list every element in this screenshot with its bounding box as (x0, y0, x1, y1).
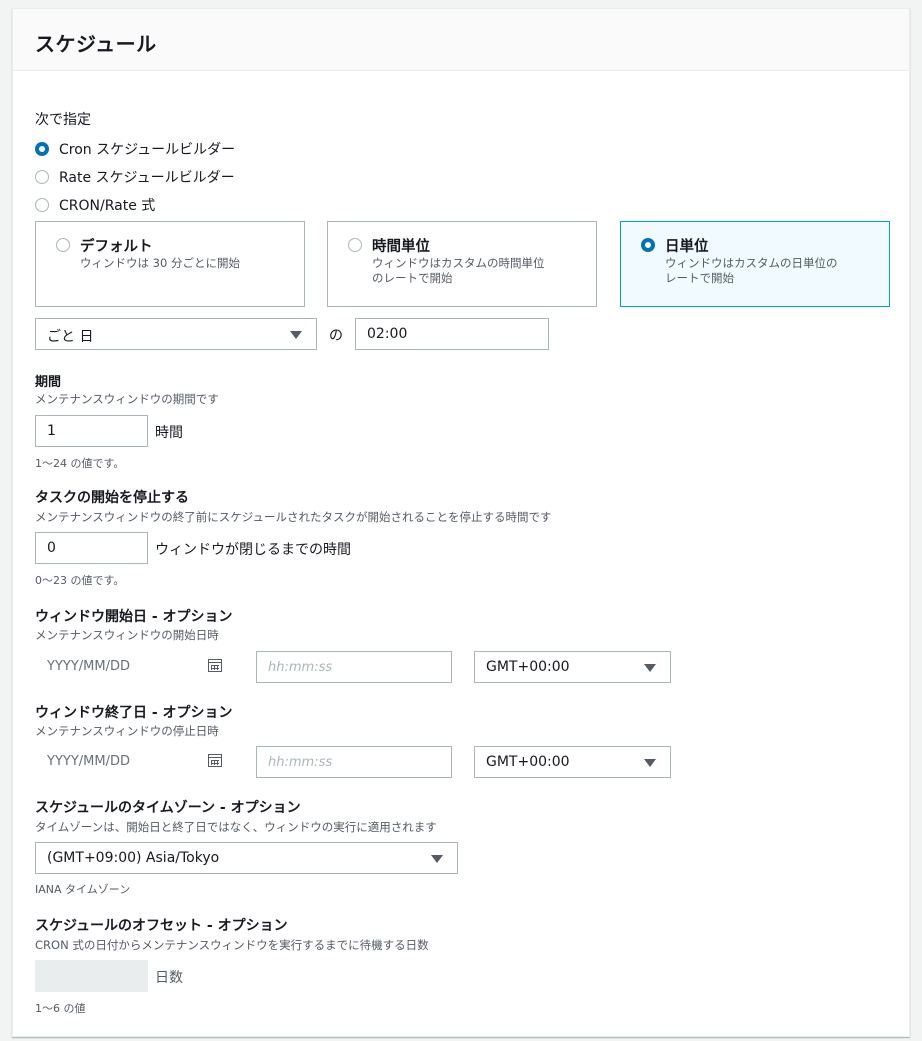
radio-indicator[interactable] (35, 142, 49, 156)
frequency-connector: の (329, 328, 343, 344)
offset-unit: 日数 (155, 970, 183, 986)
start-timezone-select[interactable]: GMT+00:00 (474, 651, 671, 683)
end-timezone-select[interactable]: GMT+00:00 (474, 746, 671, 778)
tile-hourly[interactable]: 時間単位 ウィンドウはカスタムの時間単位 のレートで開始 (327, 221, 597, 307)
frequency-select[interactable]: ごと 日 (35, 318, 317, 350)
frequency-value: ごと 日 (47, 329, 94, 345)
caret-down-icon (644, 759, 656, 767)
tile-title: 時間単位 (372, 239, 430, 255)
radio-cron-rate-expression[interactable]: CRON/Rate 式 (35, 195, 155, 215)
radio-indicator[interactable] (641, 238, 655, 252)
tile-desc-line: ウィンドウはカスタムの日単位の (665, 256, 838, 270)
offset-input[interactable] (35, 960, 148, 992)
timezone-desc: タイムゾーンは、開始日と終了日ではなく、ウィンドウの実行に適用されます (35, 820, 437, 834)
start-time-input[interactable]: hh:mm:ss (256, 651, 452, 683)
offset-hint: 1～6 の値 (35, 1002, 86, 1015)
duration-unit: 時間 (155, 425, 183, 441)
radio-indicator[interactable] (35, 170, 49, 184)
schedule-panel: スケジュール 次で指定 Cron スケジュールビルダー Rate スケジュールビ… (12, 8, 910, 1037)
cutoff-input[interactable]: 0 (35, 532, 148, 564)
end-date-desc: メンテナンスウィンドウの停止日時 (35, 724, 219, 738)
cutoff-unit: ウィンドウが閉じるまでの時間 (155, 542, 351, 558)
tile-title: デフォルト (80, 239, 153, 255)
radio-indicator[interactable] (35, 198, 49, 212)
end-time-input[interactable]: hh:mm:ss (256, 746, 452, 778)
timezone-hint: IANA タイムゾーン (35, 883, 131, 896)
caret-down-icon (431, 855, 443, 863)
duration-label: 期間 (35, 375, 62, 390)
panel-title: スケジュール (35, 32, 157, 56)
start-date-input[interactable]: YYYY/MM/DD (47, 659, 130, 674)
panel-header: スケジュール (13, 9, 909, 71)
duration-input[interactable]: 1 (35, 415, 148, 447)
end-date-input[interactable]: YYYY/MM/DD (47, 754, 130, 769)
specify-label: 次で指定 (35, 112, 91, 128)
radio-rate-builder[interactable]: Rate スケジュールビルダー (35, 167, 235, 187)
radio-label: Cron スケジュールビルダー (59, 142, 236, 158)
cutoff-desc: メンテナンスウィンドウの終了前にスケジュールされたタスクが開始されることを停止す… (35, 510, 552, 524)
tile-default[interactable]: デフォルト ウィンドウは 30 分ごとに開始 (35, 221, 305, 307)
caret-down-icon (644, 664, 656, 672)
tile-desc: ウィンドウは 30 分ごとに開始 (80, 256, 240, 270)
duration-desc: メンテナンスウィンドウの期間です (35, 392, 219, 406)
start-timezone-value: GMT+00:00 (486, 659, 570, 675)
tile-desc-line: レートで開始 (665, 271, 734, 285)
end-date-label: ウィンドウ終了日 - オプション (35, 705, 233, 721)
radio-indicator[interactable] (348, 238, 362, 252)
tile-desc-line: のレートで開始 (372, 271, 453, 285)
offset-label: スケジュールのオフセット - オプション (35, 918, 288, 934)
tile-desc-line: ウィンドウはカスタムの時間単位 (372, 256, 545, 270)
radio-indicator[interactable] (56, 238, 70, 252)
radio-label: CRON/Rate 式 (59, 198, 156, 214)
radio-cron-builder[interactable]: Cron スケジュールビルダー (35, 139, 235, 159)
timezone-value: (GMT+09:00) Asia/Tokyo (47, 850, 220, 866)
tile-daily[interactable]: 日単位 ウィンドウはカスタムの日単位の レートで開始 (620, 221, 890, 307)
cutoff-label: タスクの開始を停止する (35, 490, 189, 506)
radio-label: Rate スケジュールビルダー (59, 170, 235, 186)
duration-hint: 1～24 の値です。 (35, 457, 125, 470)
start-date-desc: メンテナンスウィンドウの開始日時 (35, 628, 219, 642)
caret-down-icon (290, 331, 302, 339)
tile-title: 日単位 (665, 239, 709, 255)
calendar-icon[interactable] (208, 754, 222, 767)
time-input[interactable]: 02:00 (355, 318, 549, 350)
cutoff-hint: 0～23 の値です。 (35, 574, 125, 587)
timezone-select[interactable]: (GMT+09:00) Asia/Tokyo (35, 842, 458, 874)
calendar-icon[interactable] (208, 659, 222, 672)
timezone-label: スケジュールのタイムゾーン - オプション (35, 800, 301, 816)
offset-desc: CRON 式の日付からメンテナンスウィンドウを実行するまでに待機する日数 (35, 938, 429, 952)
start-date-label: ウィンドウ開始日 - オプション (35, 609, 233, 625)
end-timezone-value: GMT+00:00 (486, 754, 570, 770)
